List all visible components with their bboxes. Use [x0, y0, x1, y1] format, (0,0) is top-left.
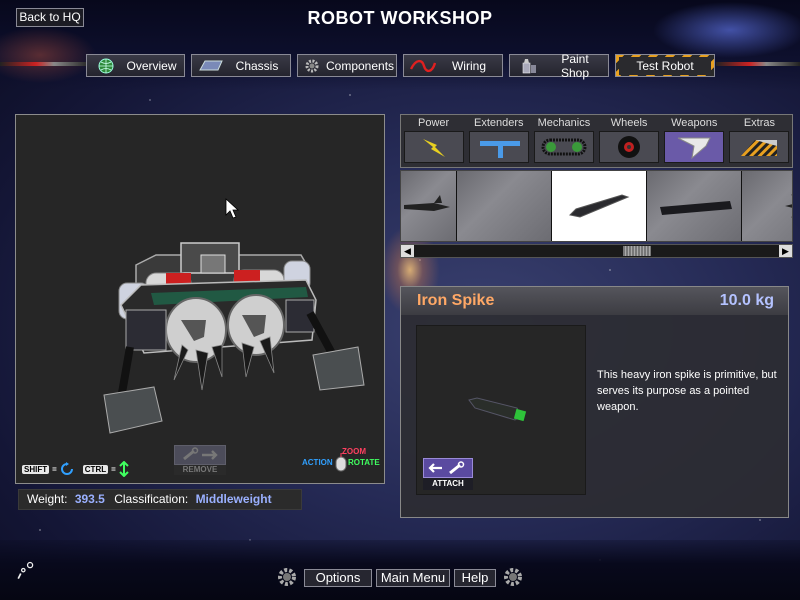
nav-tab-wiring[interactable]: Wiring [403, 54, 503, 77]
nav-label: Chassis [235, 58, 279, 73]
paint-can-icon [516, 58, 542, 73]
gear-icon [504, 568, 522, 586]
globe-icon [93, 58, 119, 73]
extender-bar-icon [479, 141, 520, 158]
chassis-icon [198, 58, 224, 73]
category-label: Extras [743, 117, 776, 129]
remove-label: REMOVE [174, 465, 226, 475]
main-menu-button[interactable]: Main Menu [376, 569, 450, 587]
nav-tab-components[interactable]: Components [297, 54, 397, 77]
nav-label: Components [326, 58, 395, 73]
gear-icon [278, 568, 296, 586]
part-thumbnail[interactable] [457, 171, 552, 241]
nav-label: Paint Shop [560, 51, 590, 80]
part-thumbnail[interactable] [647, 171, 742, 241]
attach-button[interactable]: ATTACH [423, 458, 473, 490]
wire-icon [410, 58, 436, 73]
part-thumbnail[interactable] [401, 171, 457, 241]
part-description: This heavy iron spike is primitive, but … [597, 369, 777, 413]
nav-tab-test-robot[interactable]: Test Robot [615, 54, 715, 77]
spiked-blade-icon [403, 195, 450, 211]
category-weapons[interactable]: Weapons [662, 115, 727, 167]
category-power[interactable]: Power [401, 115, 466, 167]
rotate-arrow-icon [60, 462, 73, 475]
equals-sign: = [111, 464, 116, 474]
back-to-hq-button[interactable]: Back to HQ [16, 8, 84, 27]
options-button[interactable]: Options [304, 569, 372, 587]
nav-tab-overview[interactable]: Overview [86, 54, 185, 77]
category-label: Power [417, 117, 450, 129]
robot-status-bar: Weight: 393.5 Classification: Middleweig… [18, 489, 302, 510]
robot-model [103, 198, 365, 434]
lightning-icon [422, 139, 445, 157]
category-mechanics[interactable]: Mechanics [531, 115, 596, 167]
component-categories: Power Extenders Mechanics Wheels Weapons… [400, 114, 793, 168]
part-thumbnail-iron-spike[interactable] [552, 171, 647, 241]
nav-label: Wiring [451, 58, 486, 73]
spiked-ball-icon [785, 194, 792, 218]
classification-label: Classification: [114, 492, 189, 506]
part-detail-panel: Iron Spike 10.0 kg ATTACH This heavy iro… [400, 286, 789, 518]
category-extras[interactable]: Extras [727, 115, 792, 167]
part-weight: 10.0 kg [719, 292, 774, 309]
weight-label: Weight: [27, 492, 68, 506]
remove-button[interactable]: REMOVE [174, 445, 226, 475]
iron-spike-icon [568, 194, 630, 218]
scroll-right-arrow[interactable]: ▶ [779, 245, 792, 257]
robot-3d-viewport[interactable]: REMOVE SHIFT = CTRL = ZOOM ACTION ROTATE [15, 114, 385, 484]
ctrl-key-label: CTRL [82, 464, 109, 474]
flat-blade-icon [660, 201, 732, 215]
classification-value: Middleweight [195, 492, 272, 506]
part-preview: ATTACH [416, 325, 586, 495]
part-name: Iron Spike [417, 292, 495, 309]
shift-key-label: SHIFT [22, 464, 50, 474]
category-extenders[interactable]: Extenders [466, 115, 531, 167]
category-label: Weapons [671, 117, 718, 129]
attach-tools-icon [428, 461, 465, 475]
hazard-ramp-icon [741, 140, 778, 156]
parts-scrollbar[interactable]: ◀ ▶ [400, 244, 793, 258]
parts-strip [400, 170, 793, 242]
help-button[interactable]: Help [454, 569, 496, 587]
part-thumbnail[interactable] [742, 171, 792, 241]
remove-tools-icon [183, 447, 218, 461]
wheel-icon [618, 136, 641, 158]
nav-tab-paint-shop[interactable]: Paint Shop [509, 51, 609, 80]
keyboard-hints: SHIFT = CTRL = [22, 461, 129, 477]
mouse-icon [335, 453, 347, 472]
vertical-move-icon [119, 461, 129, 477]
category-label: Wheels [610, 117, 648, 129]
mouse-controls-hint: ZOOM ACTION ROTATE [300, 445, 380, 479]
category-label: Mechanics [537, 117, 591, 129]
weight-value: 393.5 [74, 492, 105, 506]
rotate-label: ROTATE [348, 458, 380, 467]
chain-drive-icon [541, 138, 587, 156]
attach-label: ATTACH [423, 478, 473, 490]
wire-decoration-right [716, 62, 800, 66]
category-label: Extenders [473, 117, 524, 129]
gear-icon [304, 58, 320, 73]
equals-sign: = [52, 464, 57, 474]
scroll-thumb[interactable] [623, 246, 651, 256]
page-title: ROBOT WORKSHOP [307, 8, 493, 28]
nav-label: Overview [126, 58, 177, 73]
wire-decoration-left [0, 62, 90, 66]
nav-tab-chassis[interactable]: Chassis [191, 54, 291, 77]
bubbles-icon [17, 561, 34, 579]
nav-label: Test Robot [619, 56, 711, 75]
scroll-left-arrow[interactable]: ◀ [401, 245, 414, 257]
action-label: ACTION [302, 458, 333, 467]
category-wheels[interactable]: Wheels [597, 115, 662, 167]
blade-icon [678, 137, 712, 160]
